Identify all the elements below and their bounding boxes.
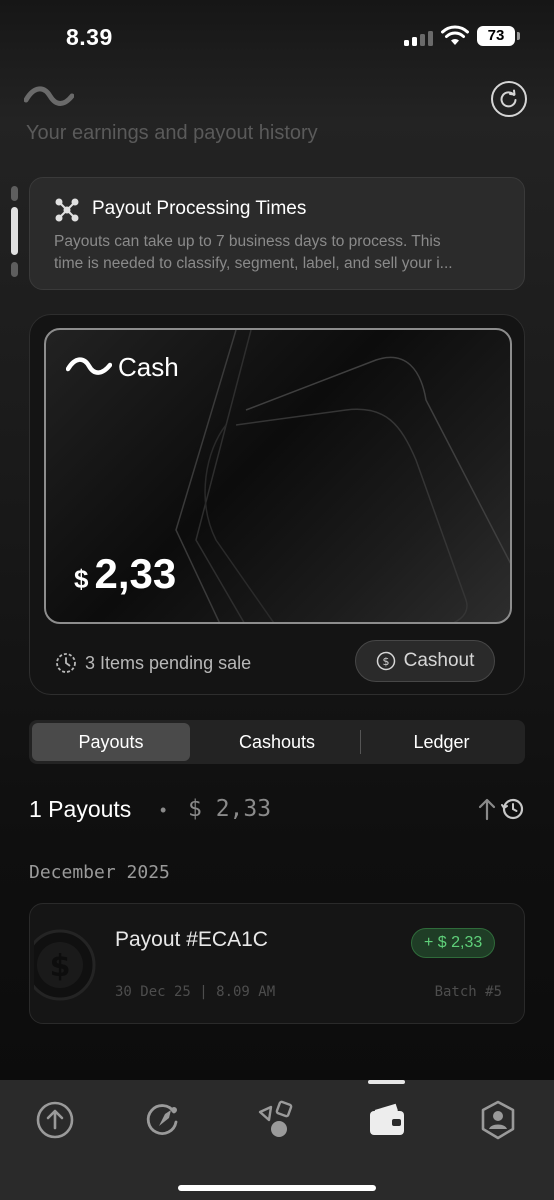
wallet-container: Cash $2,33 3 Items pending sale $ Cashou… [29, 314, 525, 695]
nav-active-indicator [368, 1080, 405, 1084]
nav-upload[interactable] [33, 1098, 77, 1142]
svg-text:$: $ [50, 949, 71, 984]
tab-cashouts[interactable]: Cashouts [194, 723, 360, 761]
info-title: Payout Processing Times [92, 198, 307, 219]
profile-icon [481, 1100, 515, 1140]
coin-exchange-icon: $ [376, 651, 395, 671]
cash-card-label: Cash [118, 352, 179, 382]
payout-batch: Batch #5 [434, 984, 502, 1000]
cashout-button[interactable]: $ Cashout [355, 640, 495, 682]
nodes-icon [55, 198, 79, 222]
info-body: Payouts can take up to 7 business days t… [54, 231, 508, 275]
info-body-line: Payouts can take up to 7 business days t… [54, 233, 441, 250]
clock-icon [56, 653, 76, 673]
battery-tip [517, 32, 520, 40]
wallet-icon [370, 1103, 404, 1135]
home-indicator [178, 1185, 376, 1191]
page-subtitle: Your earnings and payout history [26, 122, 318, 144]
payouts-total: $ 2,33 [188, 796, 272, 822]
svg-text:$: $ [382, 655, 389, 668]
payouts-count: 1 Payouts [29, 796, 132, 822]
payout-list-item[interactable]: $ Payout #ECA1C + $ 2,33 30 Dec 25 | 8.0… [29, 903, 525, 1024]
nav-tasks[interactable] [256, 1098, 300, 1142]
payout-date: 30 Dec 25 | 8.09 AM [115, 984, 276, 1000]
refresh-button[interactable] [491, 81, 527, 117]
balance-value: 2,33 [94, 550, 177, 597]
refresh-icon [500, 89, 517, 108]
payout-name: Payout #ECA1C [115, 928, 268, 951]
nav-explore[interactable] [142, 1098, 186, 1142]
dollar-coin-icon: $ [34, 929, 96, 1001]
payout-amount-badge: + $ 2,33 [411, 928, 496, 958]
nav-profile[interactable] [476, 1098, 520, 1142]
sort-history-icon[interactable] [476, 796, 526, 822]
shapes-icon [258, 1100, 293, 1137]
scroll-indicator-thumb[interactable] [11, 207, 18, 255]
summary-separator: • [160, 800, 167, 820]
bottom-navigation [0, 1080, 554, 1200]
cash-logo-icon [66, 357, 112, 375]
wave-logo-icon [24, 86, 74, 106]
tab-payouts[interactable]: Payouts [32, 723, 190, 761]
scroll-indicator-top [11, 186, 18, 201]
signal-icon [404, 30, 434, 46]
info-body-line: time is needed to classify, segment, lab… [54, 255, 453, 272]
upload-icon [36, 1101, 74, 1139]
pending-sale-status: 3 Items pending sale [55, 652, 251, 674]
tab-ledger[interactable]: Ledger [361, 723, 522, 761]
cash-card[interactable]: Cash $2,33 [44, 328, 512, 624]
cash-balance: $2,33 [74, 550, 176, 598]
pending-text: 3 Items pending sale [85, 652, 252, 673]
currency-symbol: $ [74, 564, 89, 594]
battery-icon: 73 [477, 26, 515, 46]
month-header: December 2025 [29, 862, 170, 883]
status-time: 8.39 [66, 24, 113, 50]
wifi-icon [441, 25, 469, 45]
payout-processing-info-card: Payout Processing Times Payouts can take… [29, 177, 525, 290]
status-bar: 8.39 73 [0, 0, 554, 70]
compass-icon [146, 1104, 178, 1135]
payout-tabs: Payouts Cashouts Ledger [29, 720, 525, 764]
scroll-indicator-bottom [11, 262, 18, 277]
nav-wallet[interactable] [365, 1098, 409, 1142]
cashout-label: Cashout [403, 650, 475, 671]
